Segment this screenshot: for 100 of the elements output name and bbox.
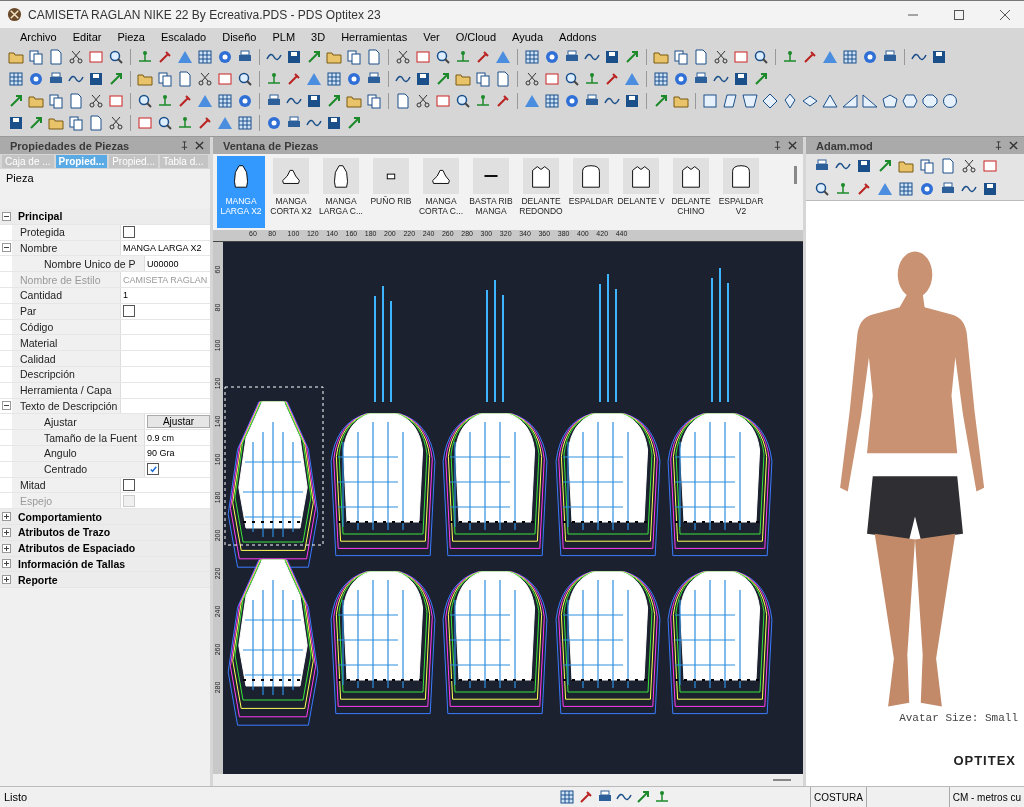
zoom-icon[interactable]: [137, 93, 153, 109]
checkbox[interactable]: [147, 463, 159, 476]
circle-icon[interactable]: [862, 49, 878, 65]
doc-icon[interactable]: [88, 115, 104, 131]
section-header[interactable]: Principal: [12, 210, 63, 223]
hex-shape-icon[interactable]: [902, 93, 918, 109]
circle-icon[interactable]: [266, 115, 282, 131]
close-icon[interactable]: [195, 141, 204, 150]
cut-icon[interactable]: [415, 93, 431, 109]
expand-icon[interactable]: [1, 512, 11, 522]
cut-icon[interactable]: [713, 49, 729, 65]
zoom-icon[interactable]: [455, 93, 471, 109]
pin-icon[interactable]: [180, 141, 189, 150]
folder-icon[interactable]: [8, 49, 24, 65]
close-icon[interactable]: [788, 141, 797, 150]
save-icon[interactable]: [931, 49, 947, 65]
copy-icon[interactable]: [366, 93, 382, 109]
adjust-button[interactable]: Ajustar: [147, 415, 210, 429]
save-icon[interactable]: [982, 180, 998, 197]
close-icon[interactable]: [1000, 9, 1010, 20]
copy-icon[interactable]: [68, 115, 84, 131]
cut-icon[interactable]: [395, 49, 411, 65]
pattern-piece-drawing[interactable]: [555, 273, 661, 557]
folder-icon[interactable]: [673, 93, 689, 109]
menu-item[interactable]: Archivo: [12, 30, 65, 43]
rect-icon[interactable]: [733, 49, 749, 65]
circle-icon[interactable]: [673, 71, 689, 87]
expand-icon[interactable]: [1, 527, 11, 537]
pin-icon[interactable]: [773, 141, 782, 150]
piece-thumbnail[interactable]: ESPALDAR V2: [717, 156, 765, 228]
save-icon[interactable]: [856, 157, 872, 174]
piece-thumbnail[interactable]: MANGA CORTA C...: [417, 156, 465, 228]
grid-icon[interactable]: [524, 49, 540, 65]
doc-icon[interactable]: [177, 71, 193, 87]
doc-icon[interactable]: [395, 93, 411, 109]
cut-icon[interactable]: [88, 93, 104, 109]
folder-icon[interactable]: [137, 71, 153, 87]
pattern-piece-drawing[interactable]: [330, 285, 436, 557]
grid-icon[interactable]: [217, 93, 233, 109]
cut-icon[interactable]: [108, 115, 124, 131]
rect-icon[interactable]: [415, 49, 431, 65]
save-icon[interactable]: [326, 115, 342, 131]
piece-thumbnail[interactable]: DELANTE CHINO: [667, 156, 715, 228]
maximize-icon[interactable]: [954, 9, 964, 20]
menu-item[interactable]: Escalado: [152, 30, 215, 43]
folder-icon[interactable]: [346, 93, 362, 109]
trap-shape-icon[interactable]: [742, 93, 758, 109]
menu-item[interactable]: Diseño: [214, 30, 265, 43]
pattern-piece-drawing[interactable]: [555, 571, 661, 715]
grid-icon[interactable]: [544, 93, 560, 109]
square-shape-icon[interactable]: [702, 93, 718, 109]
save-icon[interactable]: [624, 93, 640, 109]
pattern-piece-drawing[interactable]: [330, 571, 436, 715]
arrow-icon[interactable]: [8, 93, 24, 109]
pattern-piece-drawing[interactable]: [667, 267, 773, 557]
doc-icon[interactable]: [366, 49, 382, 65]
expand-icon[interactable]: [1, 543, 11, 553]
circle-icon[interactable]: [346, 71, 362, 87]
property-value[interactable]: 1: [123, 290, 128, 301]
doc-icon[interactable]: [68, 93, 84, 109]
checkbox[interactable]: [123, 305, 135, 318]
pattern-piece-drawing[interactable]: [227, 559, 319, 726]
tri-shape-icon[interactable]: [822, 93, 838, 109]
grid-icon[interactable]: [558, 789, 575, 805]
zoom-icon[interactable]: [157, 115, 173, 131]
folder-icon[interactable]: [48, 115, 64, 131]
collapse-icon[interactable]: [1, 243, 11, 253]
folder-icon[interactable]: [326, 49, 342, 65]
save-icon[interactable]: [8, 115, 24, 131]
piece-thumbnail[interactable]: BASTA RIB MANGA: [467, 156, 515, 228]
grid-icon[interactable]: [8, 71, 24, 87]
circle-shape-icon[interactable]: [942, 93, 958, 109]
rect-icon[interactable]: [88, 49, 104, 65]
oct-shape-icon[interactable]: [922, 93, 938, 109]
para-shape-icon[interactable]: [722, 93, 738, 109]
menu-item[interactable]: Editar: [64, 30, 110, 43]
menu-item[interactable]: Addons: [551, 30, 605, 43]
cut-icon[interactable]: [961, 157, 977, 174]
expand-icon[interactable]: [1, 559, 11, 569]
piece-thumbnail[interactable]: MANGA LARGA C...: [317, 156, 365, 228]
grid-icon[interactable]: [326, 71, 342, 87]
grid-icon[interactable]: [197, 49, 213, 65]
zoom-icon[interactable]: [435, 49, 451, 65]
property-value[interactable]: 90 Gra: [147, 448, 175, 459]
zoom-icon[interactable]: [564, 71, 580, 87]
piece-thumbnail[interactable]: DELANTE V: [617, 156, 665, 228]
menu-item[interactable]: O/Cloud: [447, 30, 505, 43]
cut-icon[interactable]: [524, 71, 540, 87]
collapse-icon[interactable]: [1, 211, 11, 221]
property-value[interactable]: 0.9 cm: [147, 432, 174, 443]
copy-icon[interactable]: [28, 49, 44, 65]
grid-icon[interactable]: [237, 115, 253, 131]
cut-icon[interactable]: [68, 49, 84, 65]
menu-item[interactable]: 3D: [303, 30, 334, 43]
zoom-icon[interactable]: [108, 49, 124, 65]
pent-shape-icon[interactable]: [882, 93, 898, 109]
pattern-piece-drawing[interactable]: [667, 571, 773, 715]
save-icon[interactable]: [733, 71, 749, 87]
selection-box[interactable]: [224, 386, 324, 546]
circle-icon[interactable]: [544, 49, 560, 65]
